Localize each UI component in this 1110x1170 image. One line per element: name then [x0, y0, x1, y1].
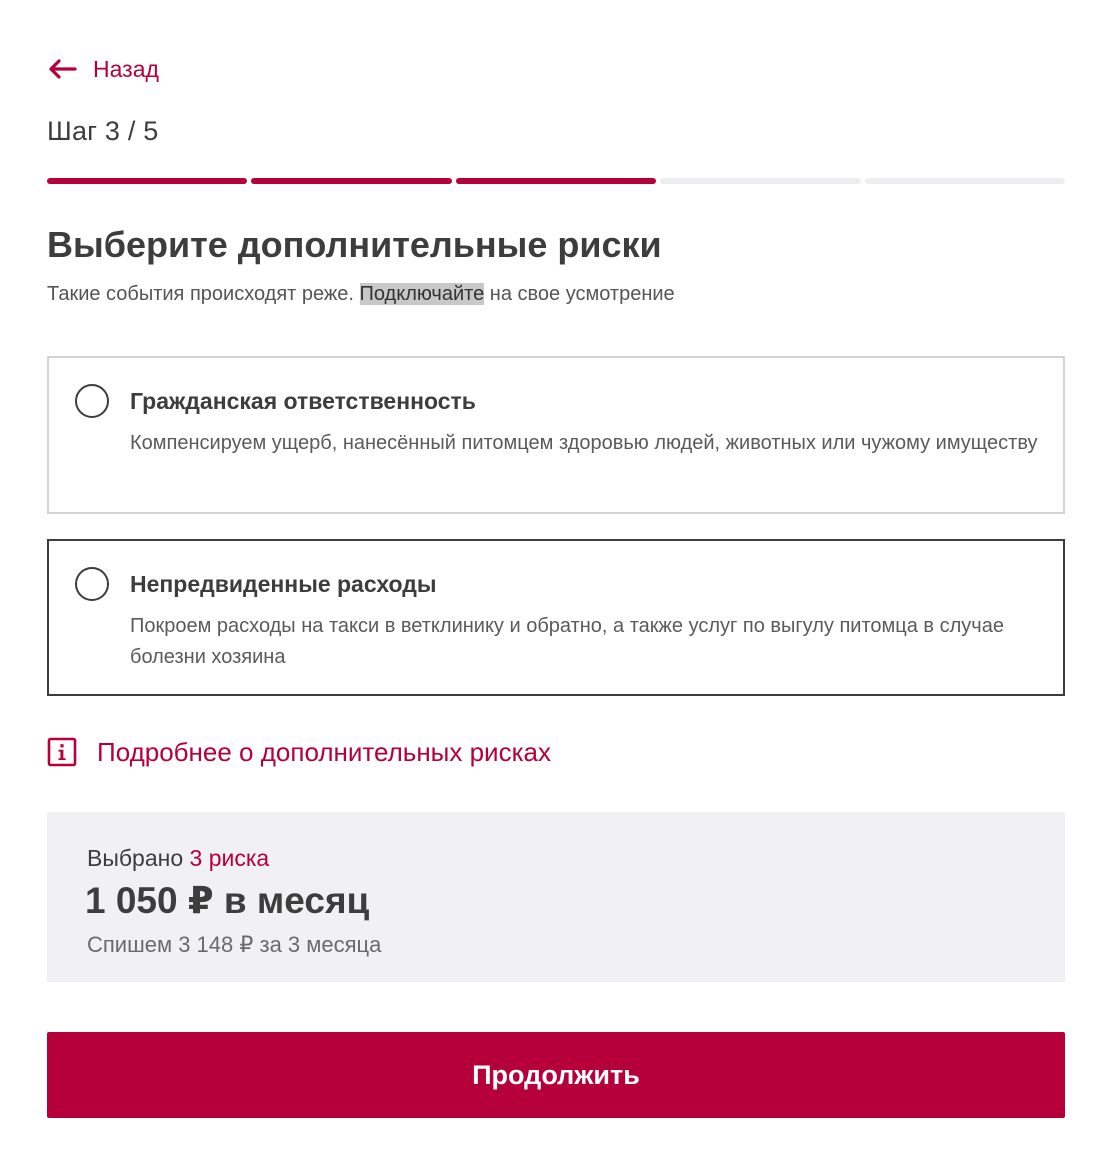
page-subtitle: Такие события происходят реже. Подключай…	[47, 283, 675, 306]
arrow-left-icon	[49, 59, 77, 79]
back-link[interactable]: Назад	[47, 50, 159, 88]
charge-note: Спишем 3 148 ₽ за 3 месяца	[87, 932, 382, 957]
radio-unchecked-icon[interactable]	[75, 384, 109, 418]
option-card-civil-liability[interactable]: Гражданская ответственность Компенсируем…	[47, 356, 1065, 514]
option-title: Гражданская ответственность	[130, 388, 476, 414]
monthly-price: 1 050 ₽ в месяц	[85, 880, 370, 921]
step-indicator: Шаг 3 / 5	[47, 116, 159, 146]
selected-prefix: Выбрано	[87, 845, 184, 871]
progress-segment	[660, 178, 861, 184]
option-description: Компенсируем ущерб, нанесённый питомцем …	[130, 432, 1038, 454]
option-card-unforeseen-expenses[interactable]: Непредвиденные расходы Покроем расходы н…	[47, 539, 1065, 696]
back-label: Назад	[93, 55, 159, 82]
selected-count: 3 риска	[189, 845, 270, 871]
option-description: Покроем расходы на такси в ветклинику и …	[130, 615, 1004, 668]
selected-count-line: Выбрано 3 риска	[87, 845, 269, 872]
step-progress-bar	[47, 178, 1066, 184]
info-icon	[47, 737, 77, 767]
selection-summary: Выбрано 3 риска 1 050 ₽ в месяц Спишем 3…	[47, 812, 1065, 982]
page-title: Выберите дополнительные риски	[47, 224, 662, 265]
progress-segment	[251, 178, 452, 184]
radio-unchecked-icon[interactable]	[75, 567, 109, 601]
progress-segment	[864, 178, 1066, 184]
subtitle-highlighted-text: Подключайте	[359, 283, 485, 305]
continue-button[interactable]: Продолжить	[47, 1032, 1065, 1118]
option-title: Непредвиденные расходы	[130, 571, 437, 597]
subtitle-text: Такие события происходят реже.	[47, 283, 360, 305]
progress-segment	[47, 178, 248, 184]
more-info-label: Подробнее о дополнительных рисках	[97, 736, 551, 767]
more-info-link[interactable]: Подробнее о дополнительных рисках	[47, 733, 551, 771]
subtitle-text-end: на свое усмотрение	[484, 283, 675, 305]
progress-segment	[455, 178, 657, 184]
